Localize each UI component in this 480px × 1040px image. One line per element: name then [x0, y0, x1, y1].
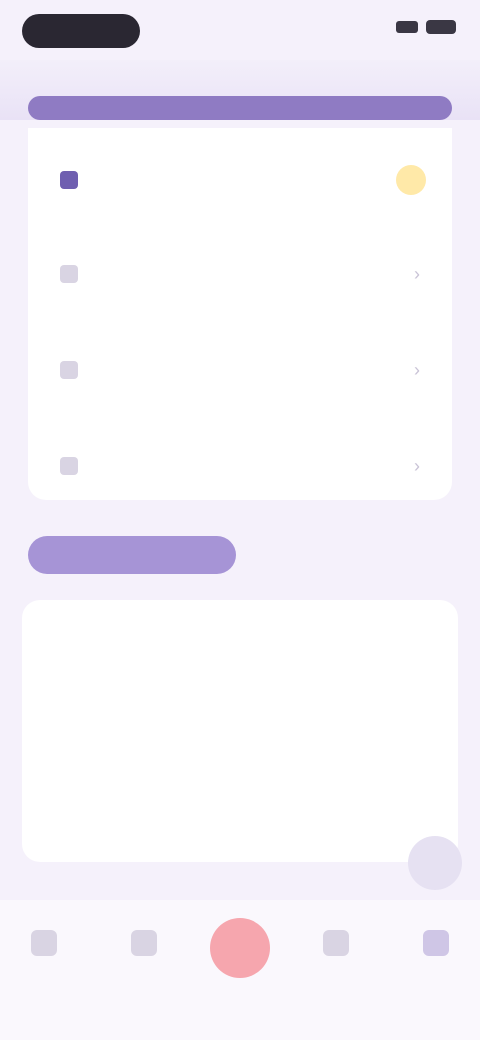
- menu-item-1[interactable]: [28, 134, 452, 226]
- nav-item-3[interactable]: [296, 930, 376, 966]
- segment-tabs: [28, 532, 452, 576]
- header-bar: [28, 96, 452, 120]
- bottom-nav: [0, 900, 480, 1040]
- floating-button[interactable]: [408, 836, 462, 890]
- star-icon: [60, 171, 78, 189]
- badge-icon: [396, 165, 426, 195]
- chevron-right-icon: ›: [414, 263, 420, 284]
- dynamic-island: [22, 14, 140, 48]
- nav-item-4[interactable]: [396, 930, 476, 966]
- menu-item-2[interactable]: ›: [28, 228, 452, 320]
- library-icon: [131, 930, 157, 956]
- tab-inactive[interactable]: [278, 536, 428, 574]
- nav-item-2[interactable]: [104, 930, 184, 966]
- battery-icon: [426, 20, 456, 34]
- menu-item-4[interactable]: ›: [28, 420, 452, 512]
- download-icon: [60, 361, 78, 379]
- menu-item-3[interactable]: ›: [28, 324, 452, 416]
- history-icon: [60, 265, 78, 283]
- discover-icon: [323, 930, 349, 956]
- chevron-right-icon: ›: [414, 359, 420, 380]
- home-icon: [31, 930, 57, 956]
- record-button[interactable]: [210, 918, 270, 978]
- chevron-right-icon: ›: [414, 455, 420, 476]
- menu-card: › › ›: [28, 128, 452, 500]
- status-bar: [0, 0, 480, 60]
- nav-item-1[interactable]: [4, 930, 84, 966]
- folder-icon: [60, 457, 78, 475]
- profile-icon: [423, 930, 449, 956]
- status-icons: [396, 20, 456, 34]
- content-panel: [22, 600, 458, 862]
- tab-active[interactable]: [28, 536, 236, 574]
- signal-icon: [396, 21, 418, 33]
